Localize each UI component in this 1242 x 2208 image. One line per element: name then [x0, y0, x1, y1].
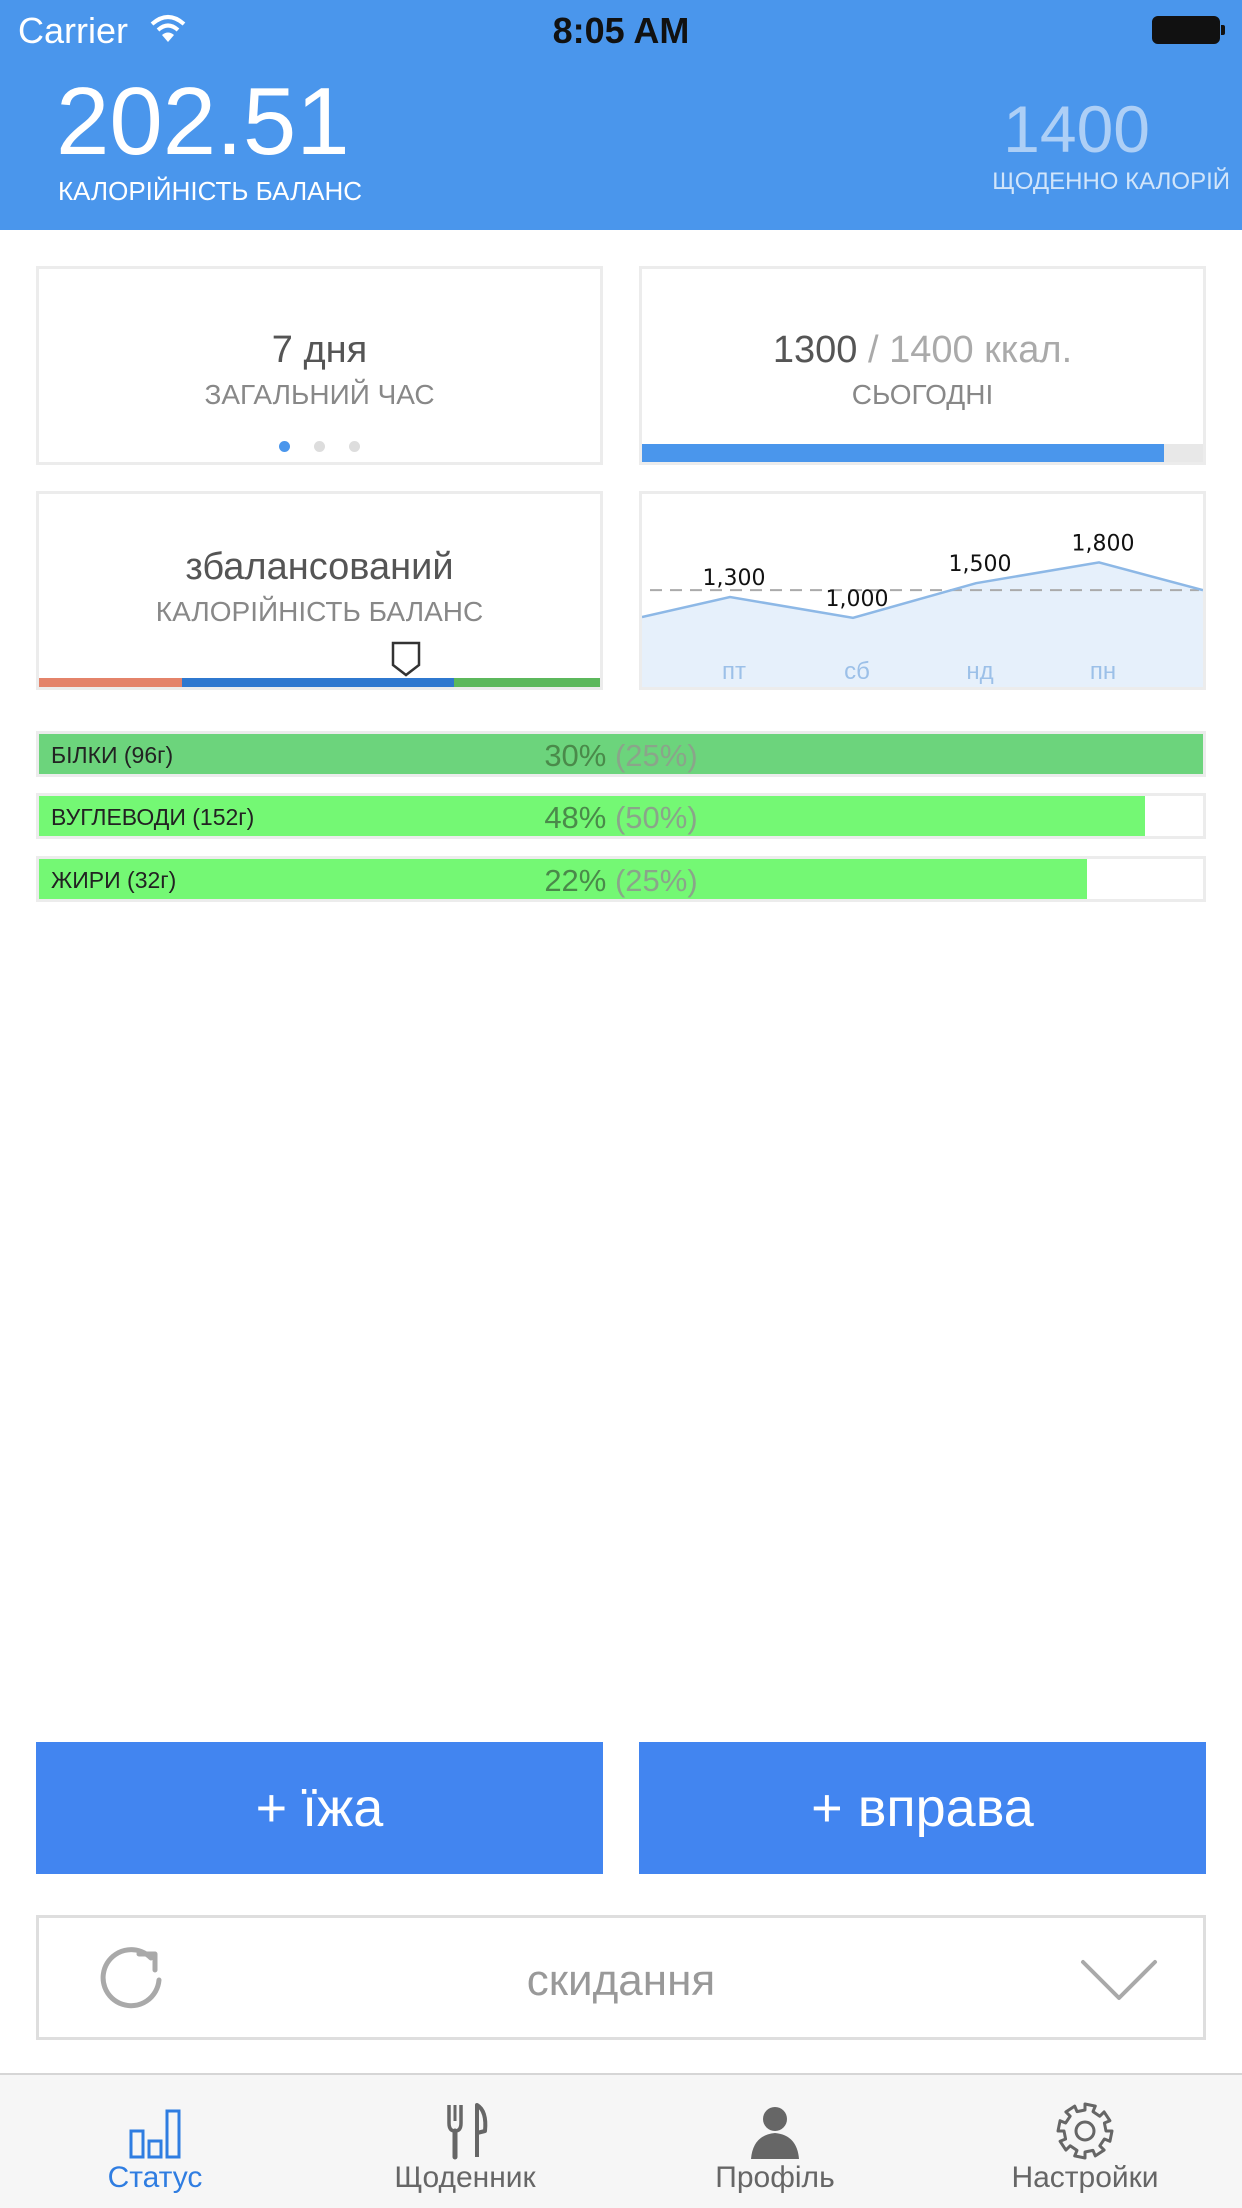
calorie-balance-label: КАЛОРІЙНІСТЬ БАЛАНС	[58, 176, 363, 206]
page-dot[interactable]	[314, 441, 325, 452]
chart-tick-label: нд	[966, 658, 993, 685]
bar-chart-icon	[129, 2109, 181, 2159]
calorie-balance-value: 202.51	[56, 68, 350, 175]
battery-icon	[1152, 16, 1225, 44]
page-indicator[interactable]	[39, 439, 600, 457]
today-progress-fill	[642, 444, 1164, 462]
macro-target-percent: (25%)	[614, 738, 698, 773]
chart-tick-label: пт	[722, 658, 746, 685]
tab-diary[interactable]: Щоденник	[310, 2075, 620, 2208]
total-time-card[interactable]: 7 дня ЗАГАЛЬНИЙ ЧАС	[36, 266, 603, 465]
chart-data-label: 1,000	[826, 587, 889, 612]
tab-status-label: Статус	[107, 2161, 203, 2194]
macro-percent: 30% (25%)	[39, 738, 1203, 774]
today-calories: 1300 / 1400 ккал.	[642, 329, 1203, 372]
macro-actual-percent: 22%	[544, 863, 607, 898]
balance-status: збалансований	[185, 546, 454, 588]
total-time-label: ЗАГАЛЬНИЙ ЧАС	[204, 379, 435, 410]
total-time-value: 7 дня	[271, 329, 368, 371]
fork-knife-icon	[447, 2103, 488, 2160]
scale-balanced-segment	[182, 678, 455, 687]
tab-bar: Статус Щоденник Профіль Настройки	[0, 2073, 1242, 2208]
chart-data-label: 1,800	[1072, 531, 1135, 556]
macro-target-percent: (50%)	[614, 800, 698, 835]
balance-marker-icon	[392, 641, 421, 677]
tab-settings-label: Настройки	[1011, 2161, 1159, 2194]
add-food-button[interactable]: + їжа	[36, 1742, 603, 1874]
chevron-down-icon[interactable]	[1079, 1956, 1159, 2004]
status-bar: Carrier 8:05 AM	[0, 0, 1242, 60]
macro-row: ВУГЛЕВОДИ (152г) 48% (50%)	[36, 793, 1206, 839]
chart-data-label: 1,500	[949, 552, 1012, 577]
macro-row: БІЛКИ (96г) 30% (25%)	[36, 731, 1206, 777]
balance-card[interactable]: збалансований КАЛОРІЙНІСТЬ БАЛАНС	[36, 491, 603, 690]
reset-bar[interactable]: скидання	[36, 1915, 1206, 2040]
macro-actual-percent: 48%	[544, 800, 607, 835]
today-target: 1400 ккал.	[889, 329, 1073, 371]
macro-percent: 22% (25%)	[39, 863, 1203, 899]
clock: 8:05 AM	[552, 10, 690, 51]
tab-settings[interactable]: Настройки	[930, 2075, 1240, 2208]
macro-percent: 48% (50%)	[39, 800, 1203, 836]
balance-scale	[39, 678, 600, 687]
page-dot[interactable]	[279, 441, 290, 452]
weekly-chart-card[interactable]: 1,300 пт 1,000 сб 1,500 нд 1,800 пн	[639, 491, 1206, 690]
tab-profile-label: Профіль	[715, 2161, 835, 2194]
chart-data-label: 1,300	[703, 566, 766, 591]
reset-label: скидання	[526, 1956, 716, 2005]
macro-target-percent: (25%)	[614, 863, 698, 898]
macro-actual-percent: 30%	[544, 738, 607, 773]
tab-diary-label: Щоденник	[394, 2161, 536, 2194]
tab-profile[interactable]: Профіль	[620, 2075, 930, 2208]
header: Carrier 8:05 AM 202.51 КАЛОРІЙНІСТЬ БАЛА…	[0, 0, 1242, 230]
macro-row: ЖИРИ (32г) 22% (25%)	[36, 856, 1206, 902]
chart-tick-label: сб	[844, 658, 870, 685]
today-progress-bar	[642, 444, 1203, 462]
person-icon	[751, 2107, 799, 2159]
scale-high-segment	[454, 678, 600, 687]
scale-low-segment	[39, 678, 183, 687]
gear-icon	[1056, 2102, 1114, 2160]
weekly-calories-chart: 1,300 пт 1,000 сб 1,500 нд 1,800 пн	[642, 531, 1203, 687]
chart-tick-label: пн	[1090, 658, 1116, 685]
today-separator: /	[857, 329, 890, 371]
add-exercise-button[interactable]: + вправа	[639, 1742, 1206, 1874]
page-dot[interactable]	[349, 441, 360, 452]
daily-calories-value: 1400	[1003, 92, 1150, 166]
tab-status[interactable]: Статус	[0, 2075, 310, 2208]
today-card[interactable]: 1300 / 1400 ккал. СЬОГОДНІ	[639, 266, 1206, 465]
today-label: СЬОГОДНІ	[851, 379, 994, 410]
balance-status-label: КАЛОРІЙНІСТЬ БАЛАНС	[155, 596, 484, 627]
daily-calories-label: ЩОДЕННО КАЛОРІЙ	[992, 168, 1230, 195]
today-consumed: 1300	[772, 329, 858, 371]
